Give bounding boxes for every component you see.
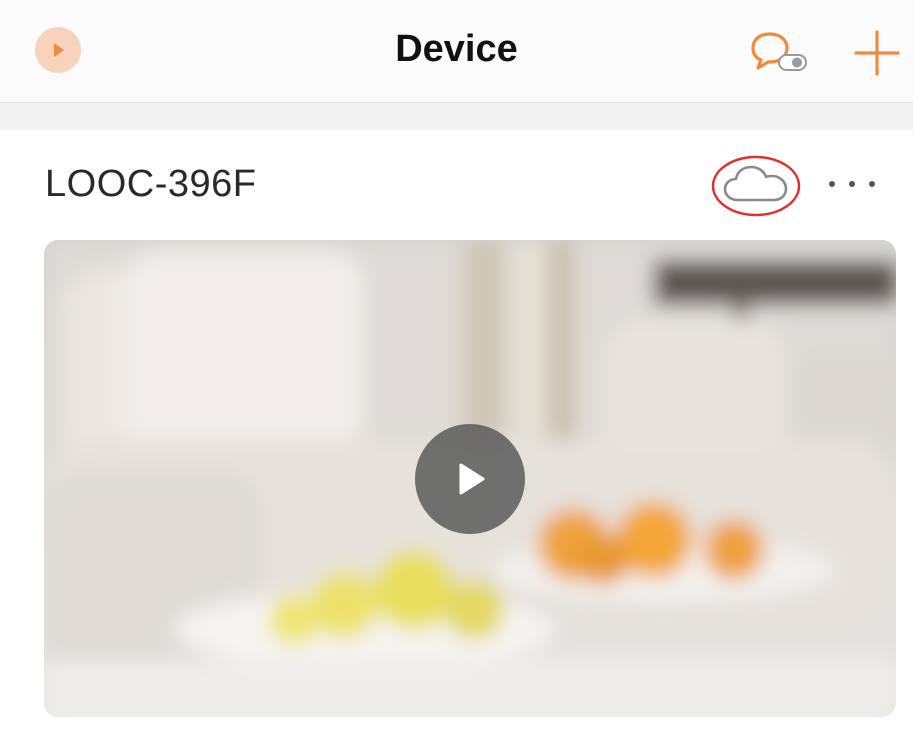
live-play-button[interactable] (35, 27, 81, 73)
play-icon (459, 463, 485, 495)
header-bar: Device (0, 0, 913, 103)
device-list-screen: Device LOOC-396F (0, 0, 913, 756)
play-circle-icon (54, 43, 64, 57)
more-options-button[interactable] (820, 166, 884, 202)
device-name: LOOC-396F (45, 163, 257, 205)
cloud-storage-button[interactable] (710, 154, 802, 218)
camera-preview[interactable] (44, 240, 896, 717)
preview-play-button[interactable] (415, 424, 525, 534)
more-dots-icon (829, 181, 875, 187)
cloud-icon (711, 155, 801, 217)
plus-icon (854, 30, 900, 76)
chat-toggle-icon (751, 32, 807, 71)
section-separator (0, 103, 913, 130)
add-device-button[interactable] (852, 28, 902, 78)
chat-button[interactable] (750, 30, 810, 76)
